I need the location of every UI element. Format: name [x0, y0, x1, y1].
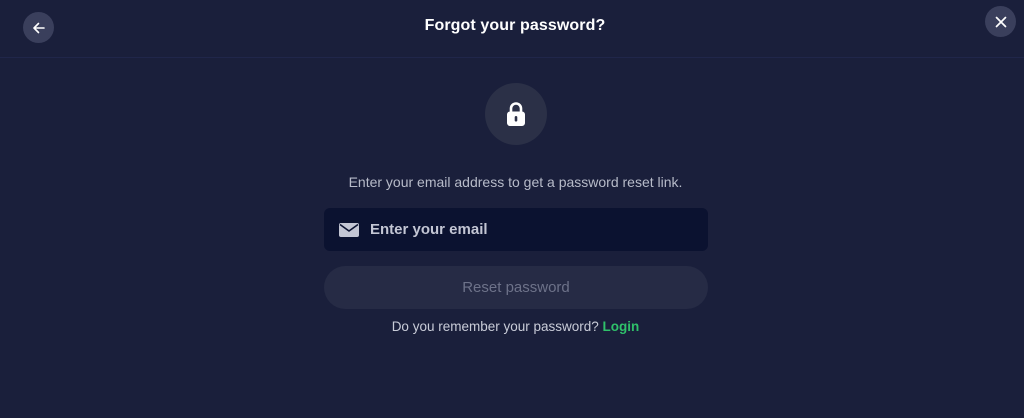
email-field[interactable]	[324, 208, 708, 251]
login-link[interactable]: Login	[603, 319, 640, 334]
login-prompt: Do you remember your password? Login	[0, 319, 1024, 334]
lock-badge	[485, 83, 547, 145]
modal-header: Forgot your password?	[0, 0, 1024, 58]
email-input[interactable]	[370, 208, 690, 251]
mail-icon	[339, 223, 359, 237]
close-icon	[995, 16, 1006, 27]
login-question: Do you remember your password?	[391, 319, 599, 334]
page-title: Forgot your password?	[424, 17, 606, 34]
instruction-text: Enter your email address to get a passwo…	[348, 174, 683, 190]
reset-password-button[interactable]: Reset password	[324, 266, 708, 309]
close-button[interactable]	[985, 6, 1016, 37]
lock-icon	[507, 102, 525, 126]
forgot-password-modal: Forgot your password? Enter your email a…	[0, 0, 1024, 418]
